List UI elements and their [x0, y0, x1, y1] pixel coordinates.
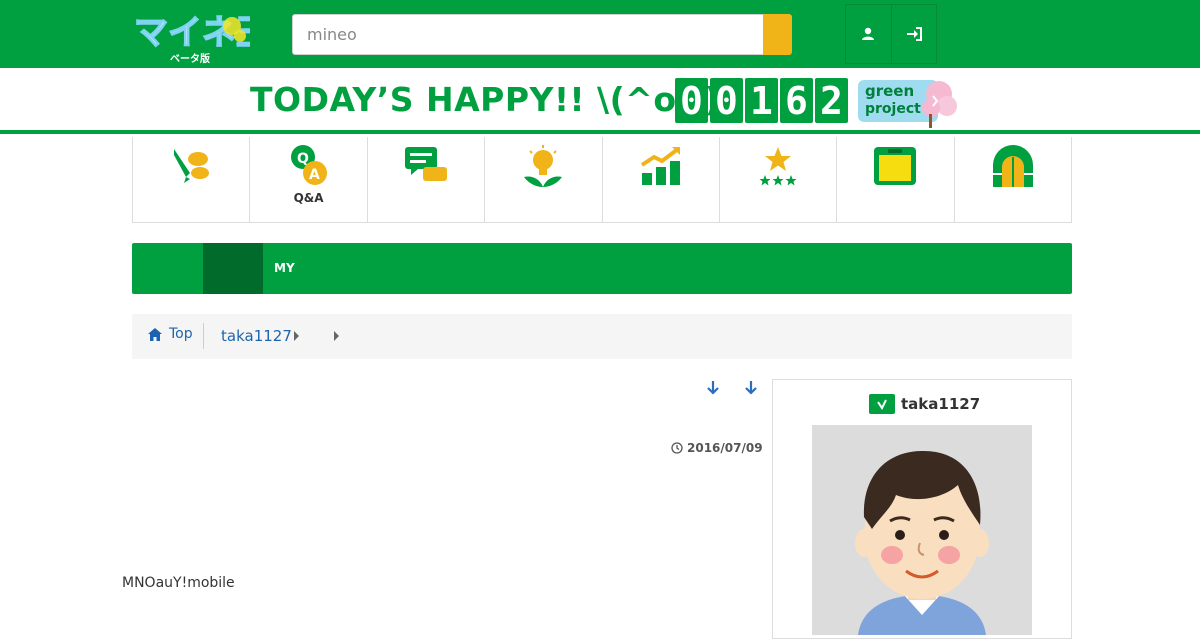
mineo-badge-icon — [869, 394, 895, 414]
section-bar-active[interactable] — [203, 243, 263, 294]
breadcrumb-top-label: Top — [169, 326, 193, 342]
star-rating-icon — [759, 147, 797, 186]
counter-digit: 2 — [815, 78, 848, 123]
profile-name-text: taka1127 — [901, 395, 981, 413]
clock-icon — [671, 442, 683, 454]
avatar — [812, 425, 1032, 635]
section-bar — [132, 243, 1072, 294]
profile-button[interactable] — [846, 5, 891, 63]
breadcrumb-user-link[interactable]: taka1127 — [221, 327, 292, 345]
section-bar-my-label[interactable]: MY — [274, 261, 295, 275]
nav-item-reviews[interactable] — [719, 137, 838, 223]
nav-item-chat[interactable] — [367, 137, 486, 223]
nav-item-folder[interactable] — [837, 137, 955, 223]
nav-item-ideas[interactable] — [485, 137, 603, 223]
search-button[interactable] — [763, 14, 792, 55]
happy-title: TODAY’S HAPPY!! \(^o^)/ — [250, 80, 733, 119]
nav-item-ranking[interactable] — [602, 137, 720, 223]
nav-label: Q&A — [293, 191, 324, 205]
breadcrumb-caret-icon — [294, 331, 299, 341]
category-nav: Q A Q&A — [132, 137, 1072, 223]
arrow-down-icon[interactable] — [743, 379, 759, 397]
post-date: 2016/07/09 — [671, 441, 763, 455]
arrow-down-icon[interactable] — [705, 379, 721, 397]
login-button[interactable] — [890, 5, 936, 63]
nav-item-blog[interactable] — [133, 137, 251, 223]
green-project-link[interactable]: green project — [857, 76, 957, 130]
sign-in-icon — [906, 27, 922, 41]
pen-chat-icon — [174, 149, 210, 183]
svg-text:project: project — [865, 101, 921, 117]
profile-name[interactable]: taka1127 — [869, 394, 980, 414]
happy-counter: 0 0 1 6 2 — [675, 78, 848, 123]
counter-digit: 0 — [710, 78, 743, 123]
svg-text:green: green — [865, 82, 914, 100]
post-body: MNOauY!mobile — [122, 575, 235, 591]
message-icon — [404, 147, 447, 181]
qa-icon: Q A — [290, 145, 327, 185]
post-date-text: 2016/07/09 — [687, 441, 763, 455]
home-icon — [148, 327, 162, 341]
user-icon — [862, 27, 875, 40]
counter-digit: 1 — [745, 78, 778, 123]
breadcrumb-caret-icon — [334, 331, 339, 341]
nav-item-qa[interactable]: Q A Q&A — [250, 137, 368, 223]
counter-digit: 0 — [675, 78, 708, 123]
breadcrumb-top-link[interactable]: Top — [147, 326, 193, 342]
idea-bulb-icon — [524, 145, 563, 187]
gate-icon — [992, 145, 1033, 187]
svg-text:A: A — [309, 167, 320, 183]
logo-subtitle: ベータ版 — [170, 54, 210, 65]
nav-item-gate[interactable] — [954, 137, 1072, 223]
breadcrumb-divider — [203, 323, 204, 349]
counter-digit: 6 — [780, 78, 813, 123]
search-input[interactable] — [292, 14, 764, 55]
header-buttons — [845, 4, 937, 64]
folder-icon — [874, 147, 917, 185]
chart-growth-icon — [640, 147, 680, 185]
